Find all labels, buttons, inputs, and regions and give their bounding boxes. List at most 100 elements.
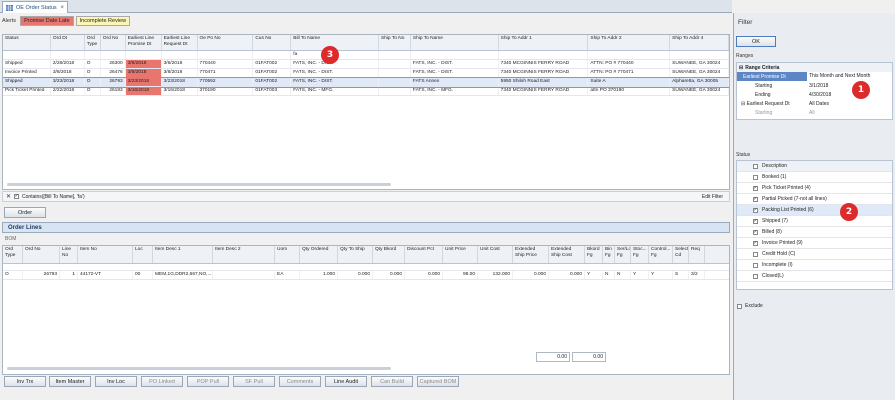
- status-row[interactable]: Closed(L): [737, 271, 892, 282]
- status-checkbox[interactable]: [753, 273, 758, 279]
- horizontal-scrollbar[interactable]: [7, 183, 391, 186]
- status-checkbox[interactable]: [753, 251, 758, 257]
- orders-filter-cell[interactable]: [3, 51, 51, 59]
- status-checkbox[interactable]: ✓: [753, 185, 758, 191]
- bottom-button-sf-pull[interactable]: SF Pull: [233, 376, 275, 387]
- orders-col-header[interactable]: Ord Dt: [51, 35, 85, 50]
- lines-col-header[interactable]: Loc: [133, 246, 153, 263]
- promise-ending-value[interactable]: 4/30/2018: [807, 92, 892, 98]
- status-row[interactable]: ✓ Billed (8): [737, 227, 892, 238]
- request-starting-value[interactable]: All: [807, 110, 892, 116]
- status-row[interactable]: Credit Hold (C): [737, 249, 892, 260]
- lines-col-header[interactable]: Line No: [60, 246, 78, 263]
- status-checkbox[interactable]: ✓: [753, 196, 758, 202]
- lines-col-header[interactable]: Qty Ordered: [300, 246, 338, 263]
- orders-col-header[interactable]: Ship To Addr 2: [588, 35, 671, 50]
- clear-filter-icon[interactable]: ✕: [6, 193, 11, 200]
- status-row[interactable]: Booked (1): [737, 172, 892, 183]
- order-row[interactable]: Pick Ticket Printed 2/22/2018 O 26183 3/16/2…: [3, 87, 729, 96]
- select-all-checkbox[interactable]: [753, 163, 758, 169]
- lines-col-header[interactable]: Item No: [78, 246, 133, 263]
- orders-filter-cell[interactable]: [126, 51, 162, 59]
- lines-col-header[interactable]: Unit Price: [443, 246, 478, 263]
- orders-filter-cell[interactable]: [162, 51, 198, 59]
- status-row[interactable]: ✓ Shipped (7): [737, 216, 892, 227]
- orders-col-header[interactable]: Ord Type: [85, 35, 101, 50]
- orders-filter-cell[interactable]: [253, 51, 292, 59]
- request-value[interactable]: All Dates: [807, 101, 892, 107]
- order-row[interactable]: Invoice Printed 3/8/2018 O 26476 3/8/2018 3/8…: [3, 69, 729, 78]
- bottom-button-captured-bom[interactable]: Captured BOM: [417, 376, 459, 387]
- order-row[interactable]: Shipped 3/23/2018 O 26793 3/23/2018 3/23/2018…: [3, 77, 729, 88]
- orders-col-header[interactable]: Ship To Name: [411, 35, 499, 50]
- lines-col-header[interactable]: Unit Cost: [478, 246, 513, 263]
- order-row[interactable]: Shipped 2/28/2018 O 26300 3/6/2018 3/6/2018 77…: [3, 60, 729, 69]
- status-row[interactable]: ✓ Invoice Printed (9): [737, 238, 892, 249]
- lines-col-header[interactable]: Item Desc 1: [153, 246, 213, 263]
- orders-filter-cell[interactable]: [379, 51, 411, 59]
- lines-col-header[interactable]: Item Desc 2: [213, 246, 275, 263]
- status-checkbox[interactable]: ✓: [753, 240, 758, 246]
- filter-enabled-checkbox[interactable]: ✓: [14, 194, 20, 199]
- lines-col-header[interactable]: Ord Type: [3, 246, 23, 263]
- alert-chip-incomplete-review[interactable]: Incomplete Review: [75, 16, 131, 26]
- orders-filter-cell[interactable]: [411, 51, 499, 59]
- orders-col-header[interactable]: Oe Po No: [198, 35, 254, 50]
- bottom-button-inv-loc[interactable]: Inv Loc: [95, 376, 137, 387]
- status-row[interactable]: ✓ Partial Picked (7-not all lines): [737, 194, 892, 205]
- status-checkbox[interactable]: ✓: [753, 207, 758, 213]
- status-checkbox[interactable]: ✓: [753, 229, 758, 235]
- bottom-button-item-master[interactable]: Item Master: [49, 376, 91, 387]
- orders-filter-cell[interactable]: [670, 51, 729, 59]
- status-checkbox[interactable]: ✓: [753, 218, 758, 224]
- promise-value[interactable]: This Month and Next Month: [807, 72, 892, 81]
- orders-col-header[interactable]: Ship To Addr 1: [499, 35, 589, 50]
- alert-chip-promise-late[interactable]: Promise Date Late: [20, 16, 74, 26]
- lines-col-header[interactable]: Extended Ship Cost: [549, 246, 585, 263]
- lines-col-header[interactable]: Req: [689, 246, 705, 263]
- range-earliest-request-dt[interactable]: ⊟ Earliest Request Dt All Dates: [737, 99, 892, 108]
- tab-oe-order-status[interactable]: OE Order Status ×: [2, 1, 68, 13]
- bottom-button-comments[interactable]: Comments: [279, 376, 321, 387]
- orders-filter-cell[interactable]: [198, 51, 254, 59]
- bottom-button-line-audit[interactable]: Line Audit: [325, 376, 367, 387]
- edit-filter-link[interactable]: Edit Filter: [702, 194, 723, 200]
- lines-col-header[interactable]: Bkord Fg: [585, 246, 603, 263]
- bottom-button-inv-trx[interactable]: Inv Trx: [4, 376, 46, 387]
- orders-col-header[interactable]: Status: [3, 35, 51, 50]
- close-icon[interactable]: ×: [60, 5, 64, 11]
- lines-col-header[interactable]: Qty Bkord: [373, 246, 405, 263]
- orders-filter-cell[interactable]: [499, 51, 589, 59]
- orders-col-header[interactable]: Earliest Line Promise Dt: [126, 35, 162, 50]
- orders-filter-cell[interactable]: [101, 51, 126, 59]
- lines-horizontal-scrollbar[interactable]: [7, 367, 391, 370]
- lines-col-header[interactable]: Ord No: [23, 246, 60, 263]
- orders-col-header[interactable]: Cus No: [253, 35, 292, 50]
- promise-starting-value[interactable]: 3/1/2018: [807, 83, 892, 89]
- lines-col-header[interactable]: Select Cd: [673, 246, 689, 263]
- lines-col-header[interactable]: Control... Fg: [649, 246, 673, 263]
- orders-col-header[interactable]: Ship To Addr 4: [670, 35, 729, 50]
- orders-filter-cell[interactable]: [51, 51, 85, 59]
- orders-col-header[interactable]: Ship To No: [379, 35, 411, 50]
- order-button[interactable]: Order: [4, 207, 46, 218]
- orders-col-header[interactable]: Ord No: [101, 35, 126, 50]
- bottom-button-po-linked[interactable]: PO Linked: [141, 376, 183, 387]
- status-checkbox[interactable]: [753, 174, 758, 180]
- lines-col-header[interactable]: Discount Pct: [405, 246, 443, 263]
- orders-filter-cell[interactable]: [588, 51, 671, 59]
- bottom-button-can-build[interactable]: Can Build: [371, 376, 413, 387]
- orders-col-header[interactable]: Earliest Line Request Dt: [162, 35, 198, 50]
- lines-col-header[interactable]: Qty To Ship: [338, 246, 373, 263]
- exclude-checkbox[interactable]: [737, 303, 742, 309]
- filter-ok-button[interactable]: OK: [736, 36, 776, 47]
- orders-filter-cell[interactable]: [85, 51, 101, 59]
- exclude-option[interactable]: Exclude: [737, 303, 763, 309]
- status-checkbox[interactable]: [753, 262, 758, 268]
- status-row[interactable]: ✓ Packing List Printed (6): [737, 205, 892, 216]
- range-earliest-promise-dt[interactable]: Earliest Promise Dt This Month and Next …: [737, 72, 892, 81]
- status-row[interactable]: Incomplete (I): [737, 260, 892, 271]
- status-row[interactable]: ✓ Pick Ticket Printed (4): [737, 183, 892, 194]
- lines-col-header[interactable]: Extended Ship Price: [513, 246, 549, 263]
- lines-col-header[interactable]: Ser/Lot Fg: [615, 246, 631, 263]
